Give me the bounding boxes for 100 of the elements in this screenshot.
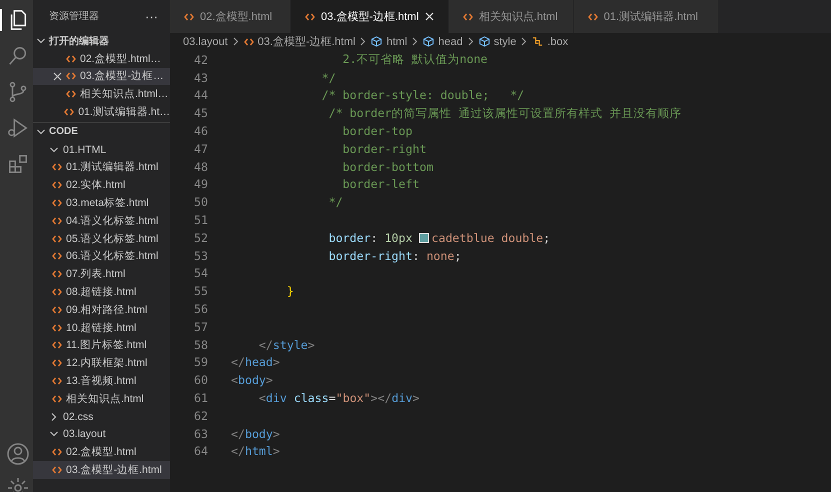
more-actions-button[interactable]: ··· <box>145 8 158 24</box>
code-line: </style> <box>258 338 315 352</box>
file-item[interactable]: 11.图片标签.html <box>33 336 170 354</box>
line-number: 43 <box>193 70 208 85</box>
code-file-icon <box>52 359 62 368</box>
file-item[interactable]: 06.语义化标签.html <box>33 248 170 266</box>
line-number: 47 <box>193 142 208 156</box>
breadcrumb-item[interactable]: 03.盒模型-边框.html <box>244 34 356 49</box>
file-item[interactable]: 03.meta标签.html <box>33 194 170 212</box>
file-item[interactable]: 05.语义化标签.html <box>33 230 170 248</box>
open-editor-item[interactable]: 02.盒模型.html… <box>33 50 170 68</box>
breadcrumb-item[interactable]: style <box>478 36 516 48</box>
line-number: 51 <box>193 213 208 228</box>
code-file-icon <box>66 72 76 80</box>
code-file-icon <box>52 377 62 386</box>
cube-icon <box>478 36 490 47</box>
code-line: border: 10px cadetblue double; <box>328 230 550 245</box>
close-icon[interactable] <box>53 72 62 81</box>
open-editor-item[interactable]: 相关知识点.html… <box>33 85 170 104</box>
code-file-icon <box>52 448 62 456</box>
code-file-icon <box>66 54 76 63</box>
breadcrumb-item[interactable]: html <box>371 36 408 48</box>
chevron-right-icon <box>468 37 474 46</box>
code-file-icon <box>462 12 473 20</box>
breadcrumb-item[interactable]: .box <box>532 36 568 48</box>
account-icon[interactable] <box>6 442 30 466</box>
code-line: </html> <box>231 444 280 458</box>
code-file-icon <box>52 199 62 208</box>
file-item[interactable]: 07.列表.html <box>33 265 170 284</box>
code-line: border-left <box>342 177 420 192</box>
chevron-right-icon <box>412 37 418 46</box>
search-icon[interactable] <box>6 45 28 67</box>
code-file-icon <box>244 38 254 46</box>
code-line: border-bottom <box>342 160 434 174</box>
breadcrumb-item[interactable]: 03.layout <box>183 36 228 48</box>
section-header[interactable]: 打开的编辑器 <box>49 34 109 48</box>
file-item[interactable]: 03.盒模型-边框.html <box>33 461 170 479</box>
code-file-icon <box>52 341 62 350</box>
code-file-icon <box>52 252 62 260</box>
code-line: } <box>286 284 294 298</box>
file-item[interactable]: 10.超链接.html <box>33 318 170 337</box>
line-number: 45 <box>193 106 208 120</box>
code-line: <body> <box>231 373 273 388</box>
line-number: 42 <box>193 52 208 67</box>
file-item[interactable]: 08.超链接.html <box>33 283 170 301</box>
editor-tab[interactable]: 02.盒模型.html <box>170 0 291 33</box>
extensions-icon[interactable] <box>6 153 28 175</box>
code-line: */ <box>320 70 336 85</box>
panel-title: 资源管理器 <box>49 10 99 23</box>
close-icon[interactable] <box>424 12 434 21</box>
code-file-icon <box>52 324 62 332</box>
code-file-icon <box>52 216 62 225</box>
code-file-icon <box>588 12 598 20</box>
chevron-right-icon[interactable] <box>49 412 59 422</box>
file-item[interactable]: 09.相对路径.html <box>33 300 170 319</box>
code-file-icon <box>52 288 62 296</box>
line-number: 57 <box>193 320 208 334</box>
folder-item[interactable]: 03.layout <box>33 426 170 444</box>
folder-item[interactable]: 02.css <box>33 408 170 426</box>
code-file-icon <box>52 306 62 314</box>
section-header[interactable]: CODE <box>49 126 78 138</box>
line-number: 46 <box>193 124 208 138</box>
line-number: 49 <box>193 177 208 192</box>
breadcrumb-item[interactable]: head <box>423 36 463 48</box>
line-number: 56 <box>193 302 208 316</box>
code-file-icon <box>305 12 315 20</box>
code-line: 2.不可省略 默认值为none <box>342 52 488 68</box>
open-editor-item[interactable]: 03.盒模型-边框… <box>33 68 170 86</box>
line-number: 63 <box>193 426 208 441</box>
open-editor-item[interactable]: 01.测试编辑器.ht… <box>33 103 170 121</box>
folder-item[interactable]: 01.HTML <box>33 140 170 159</box>
code-line: /* border-style: double; */ <box>320 88 524 102</box>
code-line: </body> <box>231 426 280 441</box>
line-number: 50 <box>193 195 208 210</box>
code-file-icon <box>52 394 62 403</box>
line-number: 54 <box>193 266 208 280</box>
file-item[interactable]: 02.盒模型.html <box>33 443 170 462</box>
editor-tab[interactable]: 01.测试编辑器.html <box>574 0 719 33</box>
code-file-icon <box>52 181 62 190</box>
code-line: /* border的简写属性 通过该属性可设置所有样式 并且没有顺序 <box>328 106 682 121</box>
file-item[interactable]: 02.实体.html <box>33 176 170 194</box>
chevron-down-icon[interactable] <box>36 126 46 137</box>
line-number: 48 <box>193 160 208 174</box>
line-number: 44 <box>193 88 208 102</box>
editor-tab[interactable]: 03.盒模型-边框.html <box>291 0 449 33</box>
chevron-down-icon[interactable] <box>49 144 59 155</box>
file-item[interactable]: 相关知识点.html <box>33 390 170 408</box>
file-item[interactable]: 13.音视频.html <box>33 372 170 390</box>
code-line: border-right <box>342 142 426 156</box>
line-number: 61 <box>193 391 208 406</box>
line-number: 64 <box>193 444 208 458</box>
file-item[interactable]: 04.语义化标签.html <box>33 212 170 230</box>
file-item[interactable]: 01.测试编辑器.html <box>33 158 170 176</box>
run-debug-icon[interactable] <box>6 117 28 139</box>
file-item[interactable]: 12.内联框架.html <box>33 354 170 372</box>
chevron-down-icon[interactable] <box>36 36 46 46</box>
code-file-icon <box>64 108 74 116</box>
code-file-icon <box>184 12 194 20</box>
chevron-right-icon <box>360 37 366 46</box>
editor-tab[interactable]: 相关知识点.html <box>448 0 574 33</box>
